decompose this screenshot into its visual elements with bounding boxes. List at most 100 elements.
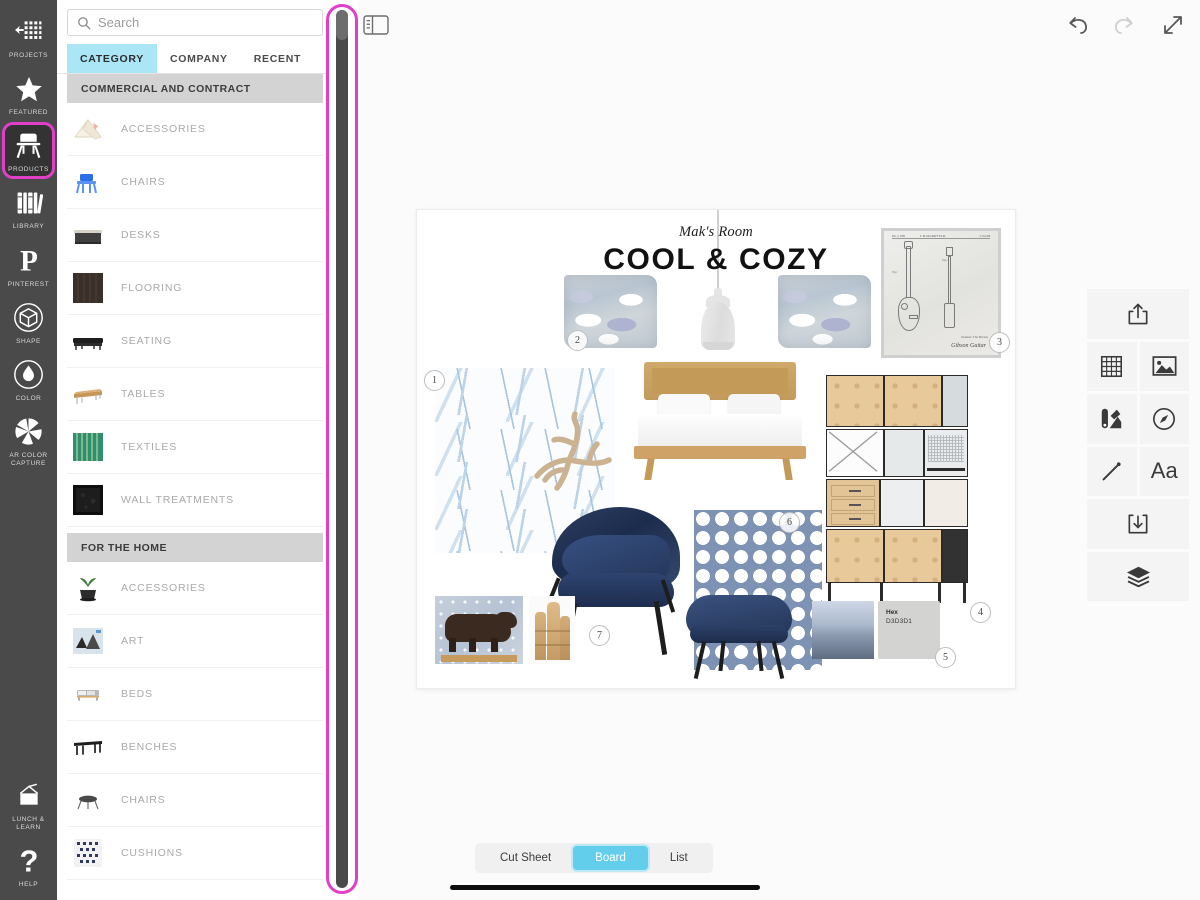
- sidebar-item-projects[interactable]: PROJECTS: [0, 8, 57, 65]
- board-marker[interactable]: 7: [589, 625, 610, 646]
- sidebar-item-label: PINTEREST: [7, 280, 50, 288]
- patterned-cushion-thumb: [69, 834, 107, 872]
- platform-bed[interactable]: [624, 362, 814, 502]
- category-label: ACCESSORIES: [121, 123, 206, 135]
- canvas-top-tools: [1062, 10, 1188, 40]
- expand-button[interactable]: [1158, 10, 1188, 40]
- category-label: ART: [121, 635, 145, 647]
- sidebar-item-library[interactable]: LIBRARY: [0, 179, 57, 236]
- category-row-cushions[interactable]: CUSHIONS: [67, 827, 323, 880]
- sidebar-item-ar-color-capture[interactable]: AR COLOR CAPTURE: [0, 408, 57, 473]
- category-row-accessories-home[interactable]: ACCESSORIES: [67, 562, 323, 615]
- board-subtitle: Mak's Room: [679, 224, 753, 240]
- board-marker[interactable]: 2: [567, 330, 588, 351]
- share-button[interactable]: [1087, 289, 1189, 339]
- board-marker[interactable]: 6: [779, 512, 800, 533]
- text-button[interactable]: Aa: [1139, 446, 1189, 496]
- wood-figurines[interactable]: [529, 596, 575, 664]
- category-row-tables[interactable]: TABLES: [67, 368, 323, 421]
- droplet-icon: [12, 358, 46, 392]
- category-row-seating[interactable]: SEATING: [67, 315, 323, 368]
- sidebar-item-label: LUNCH & LEARN: [12, 815, 45, 831]
- undo-button[interactable]: [1062, 10, 1092, 40]
- cloud-pillow-right[interactable]: [778, 275, 871, 348]
- board-marker[interactable]: 4: [970, 602, 991, 623]
- board-marker[interactable]: 5: [935, 647, 956, 668]
- antler-decor[interactable]: [517, 408, 622, 500]
- category-row-art[interactable]: ART: [67, 615, 323, 668]
- pen-button[interactable]: [1087, 446, 1137, 496]
- sidebar-item-lunch-and-learn[interactable]: LUNCH & LEARN: [0, 772, 57, 837]
- category-row-chairs-home[interactable]: CHAIRS: [67, 774, 323, 827]
- view-option-board[interactable]: Board: [573, 846, 648, 870]
- sidebar-item-help[interactable]: ? HELP: [0, 837, 57, 894]
- category-label: TEXTILES: [121, 441, 177, 453]
- landscape-photo[interactable]: [812, 601, 874, 659]
- view-option-list[interactable]: List: [648, 846, 710, 870]
- catalog-panel: Search CATEGORY COMPANY RECENT COMMERCIA…: [57, 0, 333, 900]
- category-list[interactable]: COMMERCIAL AND CONTRACT ACCESSORIES CHAI…: [57, 74, 333, 900]
- catalog-tabs: CATEGORY COMPANY RECENT: [57, 44, 333, 74]
- category-row-textiles[interactable]: TEXTILES: [67, 421, 323, 474]
- dark-wood-flooring-thumb: [69, 269, 107, 307]
- left-nav-rail: PROJECTS FEATURED PRODUCTS LIBRARY P PIN…: [0, 0, 57, 900]
- easel-icon: [12, 779, 46, 813]
- board-marker[interactable]: 3: [989, 332, 1010, 353]
- wood-table-thumb: [69, 375, 107, 413]
- category-label: CHAIRS: [121, 794, 166, 806]
- tab-company[interactable]: COMPANY: [157, 44, 241, 73]
- sidebar-item-pinterest[interactable]: P PINTEREST: [0, 237, 57, 294]
- sidebar-item-label: COLOR: [15, 394, 42, 402]
- bear-sculpture-art[interactable]: [435, 596, 523, 664]
- catalog-scrollbar-thumb[interactable]: [336, 10, 348, 40]
- grid-button[interactable]: [1087, 341, 1137, 391]
- category-label: FLOORING: [121, 282, 183, 294]
- books-icon: [12, 186, 46, 220]
- category-label: CHAIRS: [121, 176, 166, 188]
- sidebar-toggle-icon[interactable]: [363, 14, 389, 36]
- category-row-benches[interactable]: BENCHES: [67, 721, 323, 774]
- page-title: COOL & COZY: [603, 243, 829, 276]
- category-row-wall-treatments[interactable]: WALL TREATMENTS: [67, 474, 323, 527]
- sidebar-item-label: FEATURED: [9, 109, 48, 117]
- green-striped-textile-thumb: [69, 428, 107, 466]
- bed-thumb: [69, 675, 107, 713]
- category-row-chairs-commercial[interactable]: CHAIRS: [67, 156, 323, 209]
- hex-color-swatch[interactable]: Hex D3D3D1: [878, 601, 940, 659]
- sidebar-item-label: SHAPE: [16, 337, 41, 345]
- cube-icon: [12, 301, 46, 335]
- group-header-for-the-home: FOR THE HOME: [67, 533, 323, 562]
- category-row-beds[interactable]: BEDS: [67, 668, 323, 721]
- tab-category[interactable]: CATEGORY: [67, 44, 157, 73]
- save-button[interactable]: [1087, 499, 1189, 549]
- compass-button[interactable]: [1139, 394, 1189, 444]
- view-option-cut-sheet[interactable]: Cut Sheet: [478, 846, 573, 870]
- right-toolbar: Aa: [1087, 289, 1189, 601]
- aperture-icon: [12, 415, 46, 449]
- swatch-button[interactable]: [1087, 394, 1137, 444]
- potted-plant-thumb: [69, 569, 107, 607]
- text-aa-icon: Aa: [1150, 458, 1178, 484]
- sidebar-item-products[interactable]: PRODUCTS: [2, 122, 55, 180]
- layers-button[interactable]: [1087, 551, 1189, 601]
- category-label: TABLES: [121, 388, 166, 400]
- sidebar-item-color[interactable]: COLOR: [0, 351, 57, 408]
- catalog-scrollbar-track[interactable]: [336, 10, 348, 888]
- eames-storage-unit[interactable]: [822, 371, 970, 621]
- mood-board-canvas[interactable]: Mak's Room COOL & COZY Feb. 3, 1959 T. M…: [416, 209, 1016, 689]
- category-row-accessories-commercial[interactable]: ACCESSORIES: [67, 103, 323, 156]
- group-header-commercial: COMMERCIAL AND CONTRACT: [67, 74, 323, 103]
- tab-recent[interactable]: RECENT: [241, 44, 314, 73]
- category-row-flooring[interactable]: FLOORING: [67, 262, 323, 315]
- grid-arrow-icon: [12, 15, 46, 49]
- sidebar-item-shape[interactable]: SHAPE: [0, 294, 57, 351]
- redo-button[interactable]: [1110, 10, 1140, 40]
- board-marker[interactable]: 1: [424, 370, 445, 391]
- sidebar-item-featured[interactable]: FEATURED: [0, 65, 57, 122]
- image-button[interactable]: [1139, 341, 1189, 391]
- womb-ottoman[interactable]: [684, 595, 794, 683]
- sidebar-item-label: PRODUCTS: [8, 166, 49, 174]
- blue-chair-thumb: [69, 163, 107, 201]
- category-row-desks[interactable]: DESKS: [67, 209, 323, 262]
- search-input[interactable]: Search: [67, 9, 323, 36]
